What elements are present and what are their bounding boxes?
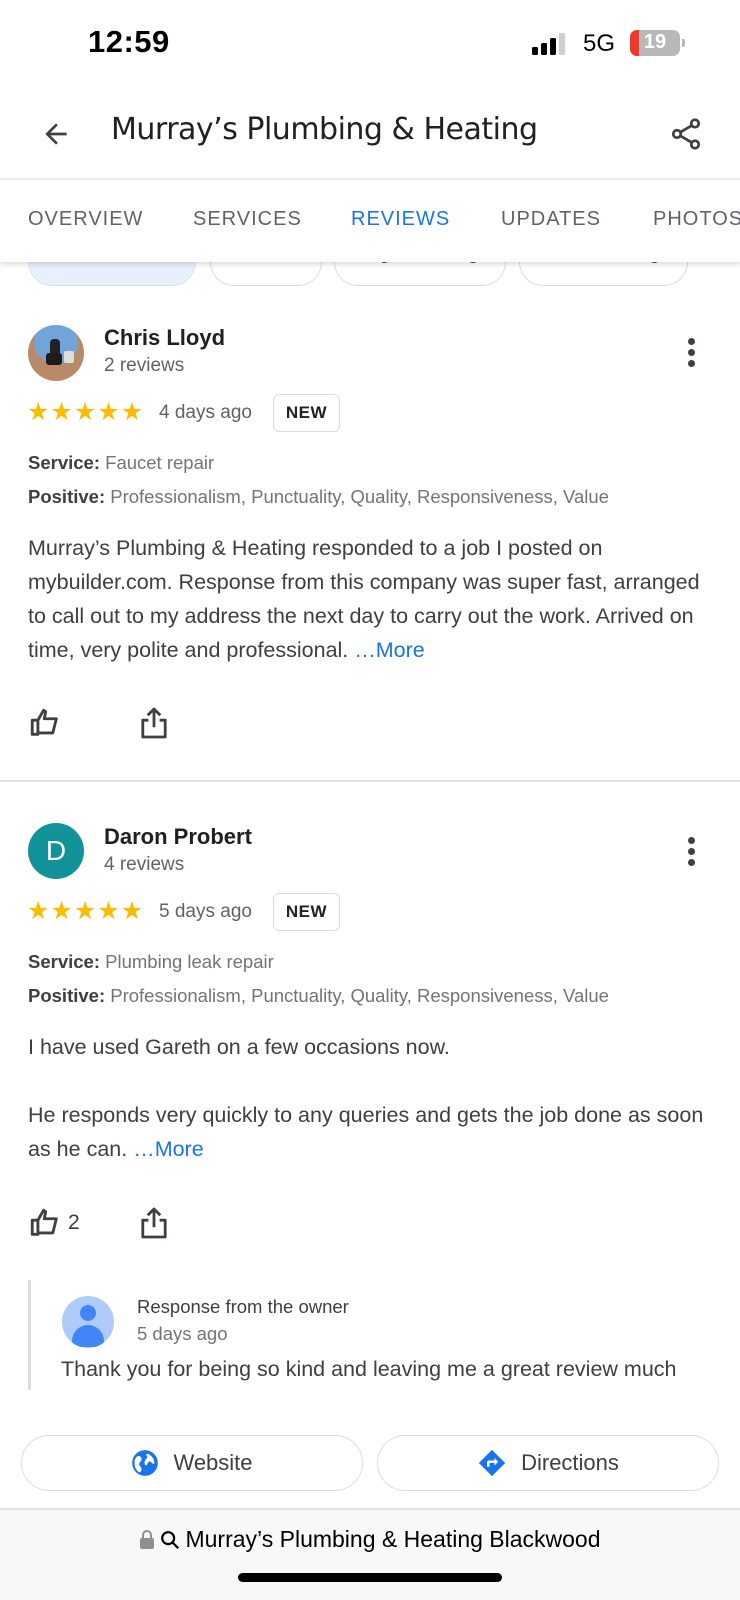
reviewer-avatar[interactable]	[28, 325, 84, 381]
home-indicator[interactable]	[238, 1573, 502, 1582]
service-label: Service:	[28, 951, 100, 972]
more-link[interactable]: …More	[133, 1137, 203, 1161]
like-button[interactable]	[28, 706, 62, 740]
more-link[interactable]: …More	[354, 638, 424, 662]
battery-icon: 19	[630, 30, 680, 56]
review-divider	[0, 780, 740, 782]
battery-level: 19	[643, 31, 667, 53]
tab-bar: OVERVIEW SERVICES REVIEWS UPDATES PHOTOS	[0, 178, 740, 262]
review-text: I have used Gareth on a few occasions no…	[28, 1030, 718, 1166]
tab-services[interactable]: SERVICES	[193, 208, 302, 231]
reviewer-name[interactable]: Daron Probert	[104, 824, 252, 850]
directions-button[interactable]: Directions	[377, 1435, 719, 1491]
share-upload-icon	[141, 707, 167, 739]
directions-label: Directions	[521, 1450, 619, 1475]
review-paragraph: I have used Gareth on a few occasions no…	[28, 1035, 450, 1059]
star-icon: ★	[73, 897, 97, 925]
review-actions	[28, 706, 167, 740]
app-bar: Murray’s Plumbing & Heating	[0, 90, 740, 178]
network-type: 5G	[583, 30, 616, 57]
service-value: Plumbing leak repair	[105, 951, 274, 972]
avatar-letter: D	[45, 835, 67, 866]
browser-address-bar[interactable]: Murray’s Plumbing & Heating Blackwood	[0, 1508, 740, 1600]
owner-response: Response from the owner 5 days ago Thank…	[28, 1280, 740, 1390]
service-label: Service:	[28, 452, 100, 473]
star-rating: ★ ★ ★ ★ ★	[27, 899, 143, 924]
star-icon: ★	[120, 897, 144, 925]
tab-photos[interactable]: PHOTOS	[653, 208, 740, 231]
website-label: Website	[173, 1450, 253, 1475]
positive-label: Positive:	[28, 486, 106, 507]
thumbs-up-icon	[30, 1208, 58, 1236]
star-icon: ★	[50, 897, 73, 925]
reviewer-review-count: 4 reviews	[104, 854, 185, 875]
owner-avatar-icon	[62, 1296, 114, 1348]
share-button[interactable]	[664, 112, 708, 156]
positive-line: Positive: Professionalism, Punctuality, …	[28, 985, 609, 1007]
more-options-button[interactable]	[676, 332, 706, 372]
service-line: Service: Faucet repair	[28, 452, 214, 474]
signal-strength-icon	[532, 33, 572, 55]
review-actions: 2	[28, 1206, 167, 1240]
like-count: 2	[68, 1211, 80, 1234]
tab-reviews[interactable]: REVIEWS	[351, 208, 450, 231]
star-rating: ★ ★ ★ ★ ★	[27, 400, 143, 425]
url-row[interactable]: Murray’s Plumbing & Heating Blackwood	[0, 1526, 740, 1553]
star-icon: ★	[27, 398, 50, 426]
back-button[interactable]	[36, 114, 76, 154]
status-time: 12:59	[88, 24, 170, 59]
more-options-button[interactable]	[676, 831, 706, 871]
tab-updates[interactable]: UPDATES	[501, 208, 601, 231]
positive-value: Professionalism, Punctuality, Quality, R…	[110, 486, 609, 507]
search-icon	[161, 1530, 180, 1549]
positive-line: Positive: Professionalism, Punctuality, …	[28, 486, 609, 508]
star-icon: ★	[73, 398, 97, 426]
review-date: 4 days ago	[159, 402, 252, 423]
reviewer-review-count: 2 reviews	[104, 355, 185, 376]
positive-label: Positive:	[28, 985, 106, 1006]
review-date: 5 days ago	[159, 901, 252, 922]
thumbs-up-icon	[30, 708, 58, 736]
share-review-button[interactable]	[140, 1206, 168, 1245]
owner-response-title: Response from the owner	[137, 1296, 349, 1317]
star-icon: ★	[50, 398, 73, 426]
review-text: Murray’s Plumbing & Heating responded to…	[28, 531, 718, 667]
lock-icon	[140, 1529, 155, 1549]
like-button[interactable]: 2	[28, 1206, 80, 1240]
service-value: Faucet repair	[105, 452, 215, 473]
arrow-left-icon	[45, 123, 67, 145]
star-icon: ★	[120, 398, 144, 426]
reviewer-name[interactable]: Chris Lloyd	[104, 325, 225, 351]
owner-response-text: Thank you for being so kind and leaving …	[61, 1357, 677, 1381]
share-review-button[interactable]	[140, 706, 168, 745]
bottom-actions: Website Directions	[0, 1412, 740, 1492]
share-icon	[671, 118, 701, 150]
new-badge: NEW	[273, 394, 340, 432]
star-icon: ★	[97, 897, 120, 925]
owner-response-date: 5 days ago	[137, 1323, 228, 1344]
review-paragraph: He responds very quickly to any queries …	[28, 1098, 718, 1166]
review-body: He responds very quickly to any queries …	[28, 1103, 704, 1161]
url-text: Murray’s Plumbing & Heating Blackwood	[185, 1526, 601, 1552]
tab-overview[interactable]: OVERVIEW	[28, 208, 143, 231]
star-icon: ★	[27, 897, 50, 925]
globe-icon	[132, 1450, 159, 1476]
reviewer-avatar[interactable]: D	[28, 823, 84, 879]
directions-icon	[478, 1449, 506, 1477]
share-upload-icon	[141, 1207, 167, 1239]
star-icon: ★	[97, 398, 120, 426]
person-photo-icon	[46, 339, 74, 365]
positive-value: Professionalism, Punctuality, Quality, R…	[110, 985, 609, 1006]
battery-nub	[682, 39, 685, 47]
new-badge: NEW	[273, 893, 340, 931]
website-button[interactable]: Website	[21, 1435, 363, 1491]
status-bar: 12:59 5G 19	[0, 0, 740, 90]
service-line: Service: Plumbing leak repair	[28, 951, 274, 973]
page-title: Murray’s Plumbing & Heating	[111, 112, 538, 147]
